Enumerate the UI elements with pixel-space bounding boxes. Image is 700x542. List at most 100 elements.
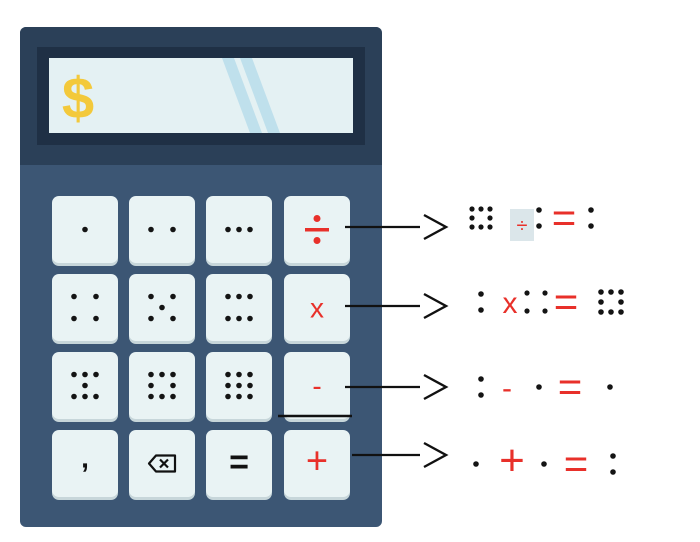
equation-multiply: x =	[478, 278, 624, 325]
dot	[236, 315, 242, 322]
arrow-head	[423, 213, 449, 241]
key-dots	[82, 226, 88, 233]
dot	[236, 382, 242, 389]
key-minus[interactable]: -	[284, 352, 350, 422]
dot	[247, 293, 253, 300]
operator-label: x	[503, 287, 518, 320]
dollar-sign-icon: $	[62, 66, 94, 131]
dot	[225, 382, 231, 389]
result-dots	[588, 207, 594, 229]
dot	[170, 382, 176, 389]
dot	[598, 299, 604, 305]
dot	[469, 206, 475, 212]
left-operand-dots	[478, 376, 484, 398]
dot	[588, 207, 594, 213]
dot	[618, 309, 624, 315]
dot	[542, 290, 548, 296]
equals-label: =	[558, 363, 583, 410]
key-six[interactable]	[206, 274, 272, 344]
dot	[71, 371, 77, 378]
key-face	[129, 352, 195, 419]
result-dots	[610, 453, 616, 475]
dot	[618, 289, 624, 295]
dot	[148, 293, 154, 300]
dot	[148, 371, 154, 378]
dot	[610, 453, 616, 459]
right-operand-dots	[536, 207, 542, 229]
dot	[473, 461, 479, 467]
left-operand-dots	[469, 206, 493, 230]
key-divide[interactable]	[284, 196, 350, 266]
key-five[interactable]	[129, 274, 195, 344]
operator-label: -	[502, 372, 512, 405]
key-seven[interactable]	[52, 352, 118, 422]
key-backspace[interactable]	[129, 430, 195, 500]
dot	[225, 293, 231, 300]
dot	[478, 224, 484, 230]
equals-label: =	[552, 194, 577, 241]
dot	[487, 224, 493, 230]
left-operand-dots	[478, 291, 484, 313]
calculator-diagram: $ x-, = + ÷ =x =- =+ =	[20, 27, 624, 527]
key-label: ,	[81, 443, 89, 474]
dot	[170, 393, 176, 400]
result-dots	[607, 384, 613, 390]
key-multiply[interactable]: x	[284, 274, 350, 344]
dot	[541, 461, 547, 467]
dot	[82, 382, 88, 389]
dot	[542, 308, 548, 314]
key-two[interactable]	[129, 196, 195, 266]
key-label: x	[310, 293, 324, 324]
key-equals[interactable]: =	[206, 430, 272, 500]
dot	[71, 315, 77, 322]
divide-dot	[313, 237, 321, 244]
dot	[478, 206, 484, 212]
dot	[82, 371, 88, 378]
key-label: -	[312, 371, 321, 402]
dot	[487, 215, 493, 221]
dot	[159, 304, 165, 311]
dot	[247, 371, 253, 378]
dot	[225, 393, 231, 400]
key-face	[52, 274, 118, 341]
dot	[82, 226, 88, 233]
key-label: +	[306, 441, 328, 483]
key-four[interactable]	[52, 274, 118, 344]
dot	[225, 315, 231, 322]
key-comma[interactable]: ,	[52, 430, 118, 500]
divide-bar	[305, 228, 329, 232]
dot	[93, 371, 99, 378]
dot	[524, 290, 530, 296]
dot	[478, 376, 484, 382]
arrow-head	[423, 292, 449, 320]
operator-label: +	[499, 436, 525, 485]
dot	[170, 315, 176, 322]
dot	[608, 309, 614, 315]
dot	[71, 393, 77, 400]
key-three[interactable]	[206, 196, 272, 266]
display: $	[37, 47, 365, 145]
key-nine[interactable]	[206, 352, 272, 422]
dot	[225, 226, 231, 233]
dot	[598, 309, 604, 315]
result-dots	[598, 289, 624, 315]
key-eight[interactable]	[129, 352, 195, 422]
equals-label: =	[554, 278, 579, 325]
left-operand-dots	[473, 461, 479, 467]
key-one[interactable]	[52, 196, 118, 266]
dot	[610, 469, 616, 475]
dot	[93, 315, 99, 322]
divide-dot	[313, 215, 321, 222]
key-plus[interactable]: +	[284, 430, 350, 500]
dot	[469, 215, 475, 221]
dot	[524, 308, 530, 314]
dot	[225, 371, 231, 378]
dot	[536, 223, 542, 229]
dot	[93, 393, 99, 400]
dot	[236, 226, 242, 233]
dot	[247, 226, 253, 233]
dot	[159, 371, 165, 378]
dot	[148, 315, 154, 322]
dot	[170, 371, 176, 378]
dot	[478, 307, 484, 313]
